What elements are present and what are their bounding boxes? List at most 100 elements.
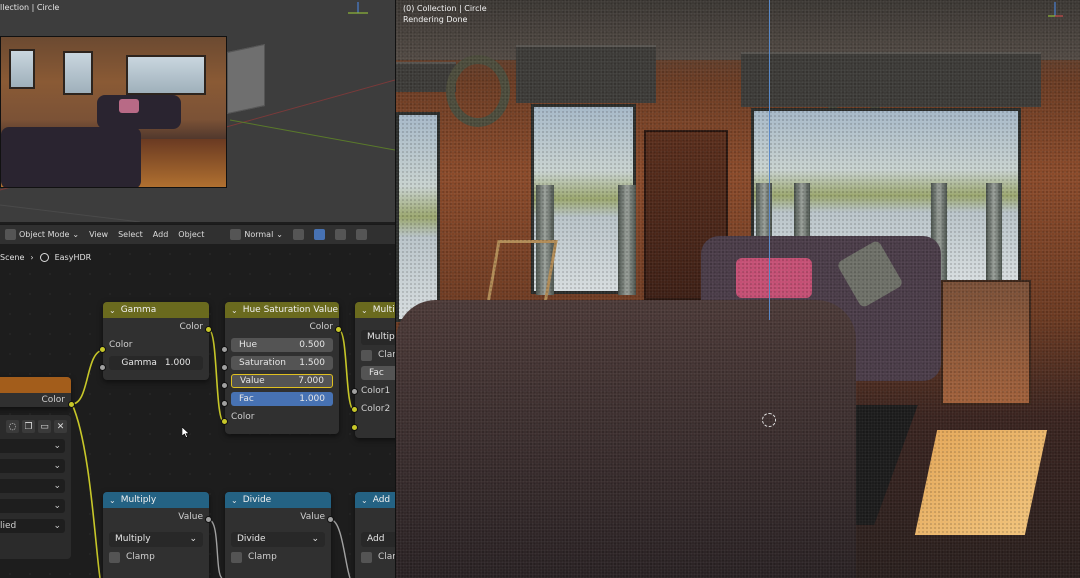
socket-divide-value-out[interactable]: [327, 516, 334, 523]
gamma-node-title: Gamma: [120, 305, 157, 315]
left-3d-viewport[interactable]: llection | Circle: [0, 0, 395, 222]
mix-fac-label: Fac: [369, 368, 384, 378]
mix-op-dropdown[interactable]: Multip: [361, 329, 395, 345]
node-editor-canvas[interactable]: Scene › EasyHDR Color ◌ ❐ ▭ ✕ ⌄ ⌄ ⌄ ⌄ li…: [0, 244, 395, 578]
socket-hue-in[interactable]: [221, 346, 228, 353]
math-multiply-clamp-checkbox[interactable]: [109, 551, 120, 563]
thumb-sofa: [97, 95, 181, 129]
math-multiply-header[interactable]: ⌄ Multiply: [103, 492, 209, 508]
render-cornice-right: [741, 52, 1041, 107]
menu-object[interactable]: Object: [178, 230, 204, 239]
overlay-icon[interactable]: [356, 229, 367, 240]
math-multiply-op-dropdown[interactable]: Multiply ⌄: [109, 531, 203, 547]
gamma-node-header[interactable]: ⌄ Gamma: [103, 302, 209, 318]
proportional-edit-icon[interactable]: [314, 229, 325, 240]
socket-mix-color2-in[interactable]: [351, 424, 358, 431]
panel-applied-label: lied: [0, 521, 17, 531]
math-divide-node[interactable]: ⌄ Divide Value Divide ⌄ Clamp: [225, 492, 331, 578]
chevron-down-icon: ⌄: [72, 230, 80, 239]
render-sofa-front: [396, 300, 856, 578]
snap-icon[interactable]: [293, 229, 304, 240]
math-multiply-op-row: Multiply ⌄: [103, 530, 209, 548]
panel-dropdown[interactable]: ⌄: [0, 499, 65, 513]
value-field[interactable]: Value 7.000: [231, 374, 333, 388]
menu-select[interactable]: Select: [118, 230, 143, 239]
math-multiply-title: Multiply: [120, 495, 157, 505]
socket-multiply-value-out[interactable]: [205, 516, 212, 523]
gamma-value-field[interactable]: Gamma 1.000: [109, 356, 203, 370]
socket-value-in[interactable]: [221, 382, 228, 389]
socket-gamma-color-out[interactable]: [205, 326, 212, 333]
chevron-down-icon[interactable]: ⌄: [109, 496, 116, 505]
thumb-window: [9, 49, 35, 89]
fac-value: 1.000: [299, 394, 325, 404]
socket-hsv-color-out[interactable]: [335, 326, 342, 333]
mix-fac-field[interactable]: Fac: [361, 366, 395, 380]
socket-fac-in[interactable]: [221, 400, 228, 407]
chevron-down-icon[interactable]: ⌄: [109, 306, 116, 315]
math-divide-header[interactable]: ⌄ Divide: [225, 492, 331, 508]
math-divide-clamp-checkbox[interactable]: [231, 551, 242, 563]
hue-saturation-value-node[interactable]: ⌄ Hue Saturation Value Color Hue 0.500 S…: [225, 302, 339, 434]
thumb-sofa-front: [1, 127, 141, 187]
hsv-output-label: Color: [309, 322, 334, 332]
gamma-output-label: Color: [179, 322, 204, 332]
math-add-clamp-row: Clam: [355, 548, 395, 566]
math-multiply-op-label: Multiply: [115, 534, 151, 544]
3d-cursor-icon[interactable]: [762, 413, 776, 427]
socket-hsv-color-in[interactable]: [221, 418, 228, 425]
group-input-header[interactable]: [0, 377, 71, 393]
mix-color2-row: Color2: [355, 400, 395, 418]
socket-group-color-out[interactable]: [68, 401, 75, 408]
socket-mix-fac-in[interactable]: [351, 388, 358, 395]
math-add-header[interactable]: ⌄ Add: [355, 492, 395, 508]
mix-op-label: Multip: [367, 332, 395, 342]
mix-multiply-node[interactable]: ⌄ Multi Multip Clam Fac Color1 Color2: [355, 302, 395, 438]
math-add-node[interactable]: ⌄ Add Add Clam: [355, 492, 395, 578]
chevron-down-icon[interactable]: ⌄: [361, 496, 368, 505]
panel-dropdown-applied[interactable]: lied ⌄: [0, 519, 65, 533]
grid-icon[interactable]: [335, 229, 346, 240]
saturation-field[interactable]: Saturation 1.500: [231, 356, 333, 370]
mix-clamp-row: Clam: [355, 346, 395, 364]
mix-node-header[interactable]: ⌄ Multi: [355, 302, 395, 318]
value-value: 7.000: [298, 376, 324, 386]
gamma-node[interactable]: ⌄ Gamma Color Color Gamma 1.000: [103, 302, 209, 380]
math-multiply-node[interactable]: ⌄ Multiply Value Multiply ⌄ Clamp: [103, 492, 209, 578]
hue-label: Hue: [239, 340, 258, 350]
menu-add[interactable]: Add: [153, 230, 169, 239]
render-status-label: Rendering Done: [403, 15, 468, 24]
socket-gamma-gamma-in[interactable]: [99, 364, 106, 371]
hsv-output-row: Color: [225, 318, 339, 336]
math-divide-op-label: Divide: [237, 534, 266, 544]
socket-gamma-color-in[interactable]: [99, 346, 106, 353]
panel-dropdown[interactable]: ⌄: [0, 479, 65, 493]
chevron-down-icon[interactable]: ⌄: [361, 306, 368, 315]
menu-view[interactable]: View: [89, 230, 108, 239]
socket-saturation-in[interactable]: [221, 364, 228, 371]
duplicate-icon[interactable]: ❐: [22, 420, 35, 433]
gamma-value-row: Gamma 1.000: [103, 354, 209, 372]
socket-mix-color1-in[interactable]: [351, 406, 358, 413]
axis-gizmo-icon[interactable]: [1046, 0, 1064, 18]
chevron-down-icon[interactable]: ⌄: [231, 306, 238, 315]
object-mode-dropdown[interactable]: Object Mode ⌄: [5, 229, 79, 240]
close-icon[interactable]: ✕: [54, 420, 67, 433]
mix-clamp-checkbox[interactable]: [361, 349, 372, 361]
chevron-down-icon[interactable]: ⌄: [231, 496, 238, 505]
shield-icon[interactable]: ◌: [6, 420, 19, 433]
math-add-clamp-checkbox[interactable]: [361, 551, 372, 563]
panel-dropdown[interactable]: ⌄: [0, 439, 65, 453]
fac-field[interactable]: Fac 1.000: [231, 392, 333, 406]
math-add-op-dropdown[interactable]: Add: [361, 531, 395, 547]
hsv-node-header[interactable]: ⌄ Hue Saturation Value: [225, 302, 339, 318]
render-viewport[interactable]: (0) Collection | Circle Rendering Done: [395, 0, 1080, 578]
hue-field[interactable]: Hue 0.500: [231, 338, 333, 352]
folder-icon[interactable]: ▭: [38, 420, 51, 433]
math-divide-op-dropdown[interactable]: Divide ⌄: [231, 531, 325, 547]
render-curtain: [986, 183, 1002, 283]
panel-dropdown[interactable]: ⌄: [0, 459, 65, 473]
group-input-node[interactable]: Color: [0, 377, 71, 407]
orientation-dropdown[interactable]: Normal ⌄: [230, 229, 283, 240]
panel-icon-row: ◌ ❐ ▭ ✕: [0, 415, 71, 433]
